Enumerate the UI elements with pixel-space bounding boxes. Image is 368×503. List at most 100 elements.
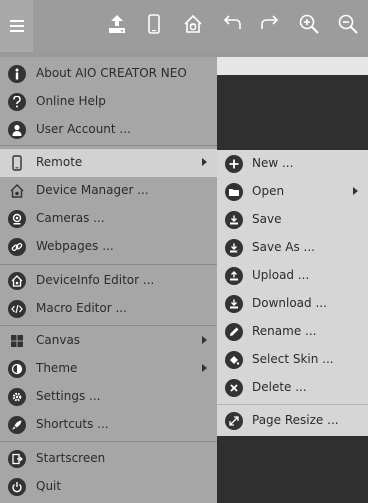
menu-item-quit[interactable]: Quit — [0, 473, 217, 501]
menu-divider — [0, 145, 217, 146]
save-as-icon — [225, 239, 243, 257]
download-icon — [225, 295, 243, 313]
menu-item-label: Canvas — [36, 333, 81, 347]
menu-item-label: Remote — [36, 155, 83, 169]
menu-item-label: DeviceInfo Editor ... — [36, 273, 155, 287]
menu-item-deviceinfo-editor[interactable]: DeviceInfo Editor ... — [0, 267, 217, 295]
zoom-in-icon — [299, 14, 319, 34]
menu-divider — [0, 325, 217, 326]
power-icon — [8, 478, 26, 496]
contrast-icon — [8, 360, 26, 378]
device-button[interactable] — [180, 11, 206, 37]
menu-item-cameras[interactable]: Cameras ... — [0, 205, 217, 233]
undo-icon — [223, 15, 241, 29]
device-home-icon — [8, 272, 26, 290]
startscreen-icon — [8, 450, 26, 468]
paint-bucket-icon — [225, 351, 243, 369]
menu-item-label: Theme — [36, 361, 78, 375]
delete-icon — [225, 379, 243, 397]
menu-item-label: Webpages ... — [36, 239, 114, 253]
menu-item-label: Online Help — [36, 94, 106, 108]
submenu-item-download[interactable]: Download ... — [217, 290, 368, 318]
submenu-item-delete[interactable]: Delete ... — [217, 374, 368, 402]
upload-icon — [225, 267, 243, 285]
gear-icon — [8, 388, 26, 406]
zoom-out-icon — [338, 14, 358, 34]
menu-item-label: Settings ... — [36, 389, 101, 403]
submenu-item-label: Select Skin ... — [252, 352, 334, 366]
menu-item-webpages[interactable]: Webpages ... — [0, 233, 217, 261]
plus-icon — [225, 155, 243, 173]
menu-item-theme[interactable]: Theme — [0, 355, 217, 383]
grid-icon — [8, 332, 26, 350]
phone-icon — [148, 14, 160, 34]
menu-item-label: Device Manager ... — [36, 183, 149, 197]
submenu-item-label: Save — [252, 212, 282, 226]
submenu-item-open[interactable]: Open — [217, 178, 368, 206]
folder-icon — [225, 183, 243, 201]
menu-item-label: Quit — [36, 479, 62, 493]
help-icon — [8, 93, 26, 111]
info-icon — [8, 65, 26, 83]
submenu-arrow-icon — [202, 364, 207, 372]
menu-item-macro-editor[interactable]: Macro Editor ... — [0, 295, 217, 323]
menu-button[interactable] — [0, 0, 33, 52]
submenu-item-label: New ... — [252, 156, 294, 170]
user-icon — [8, 121, 26, 139]
canvas-tab-strip — [217, 57, 368, 75]
menu-item-startscreen[interactable]: Startscreen — [0, 445, 217, 473]
submenu-item-rename[interactable]: Rename ... — [217, 318, 368, 346]
zoom-out-button[interactable] — [335, 11, 361, 37]
submenu-item-label: Page Resize ... — [252, 413, 339, 427]
submenu-arrow-icon — [202, 336, 207, 344]
rocket-icon — [8, 416, 26, 434]
remote-submenu: New ... Open Save Save As ... Upload ...… — [217, 150, 368, 436]
menu-item-settings[interactable]: Settings ... — [0, 383, 217, 411]
submenu-arrow-icon — [353, 187, 358, 195]
toolbar — [0, 0, 368, 52]
submenu-item-save-as[interactable]: Save As ... — [217, 234, 368, 262]
submenu-arrow-icon — [202, 158, 207, 166]
submenu-item-label: Rename ... — [252, 324, 317, 338]
menu-item-label: About AIO CREATOR NEO — [36, 66, 187, 80]
menu-item-label: Macro Editor ... — [36, 301, 127, 315]
menu-item-canvas[interactable]: Canvas — [0, 327, 217, 355]
phone-icon — [8, 154, 26, 172]
menu-item-user-account[interactable]: User Account ... — [0, 116, 217, 144]
pencil-icon — [225, 323, 243, 341]
redo-button[interactable] — [257, 11, 283, 37]
save-icon — [225, 211, 243, 229]
menu-item-label: Cameras ... — [36, 211, 105, 225]
menu-item-online-help[interactable]: Online Help — [0, 88, 217, 116]
upload-icon — [109, 15, 125, 33]
submenu-item-label: Delete ... — [252, 380, 307, 394]
menu-item-remote[interactable]: Remote — [0, 149, 217, 177]
phone-button[interactable] — [141, 11, 167, 37]
submenu-item-upload[interactable]: Upload ... — [217, 262, 368, 290]
zoom-in-button[interactable] — [296, 11, 322, 37]
menu-item-label: User Account ... — [36, 122, 131, 136]
submenu-divider — [217, 404, 368, 405]
code-icon — [8, 300, 26, 318]
upload-button[interactable] — [104, 11, 130, 37]
device-home-icon — [8, 182, 26, 200]
menu-item-about[interactable]: About AIO CREATOR NEO — [0, 60, 217, 88]
submenu-item-select-skin[interactable]: Select Skin ... — [217, 346, 368, 374]
submenu-item-label: Upload ... — [252, 268, 310, 282]
submenu-item-page-resize[interactable]: Page Resize ... — [217, 407, 368, 435]
menu-item-device-manager[interactable]: Device Manager ... — [0, 177, 217, 205]
main-menu: About AIO CREATOR NEO Online Help User A… — [0, 57, 217, 503]
link-icon — [8, 238, 26, 256]
submenu-item-save[interactable]: Save — [217, 206, 368, 234]
resize-icon — [225, 412, 243, 430]
menu-divider — [0, 441, 217, 442]
camera-icon — [8, 210, 26, 228]
submenu-item-label: Open — [252, 184, 285, 198]
menu-item-shortcuts[interactable]: Shortcuts ... — [0, 411, 217, 439]
menu-divider — [0, 264, 217, 265]
submenu-item-new[interactable]: New ... — [217, 150, 368, 178]
menu-icon — [9, 20, 24, 32]
undo-button[interactable] — [219, 11, 245, 37]
submenu-item-label: Save As ... — [252, 240, 315, 254]
submenu-item-label: Download ... — [252, 296, 327, 310]
